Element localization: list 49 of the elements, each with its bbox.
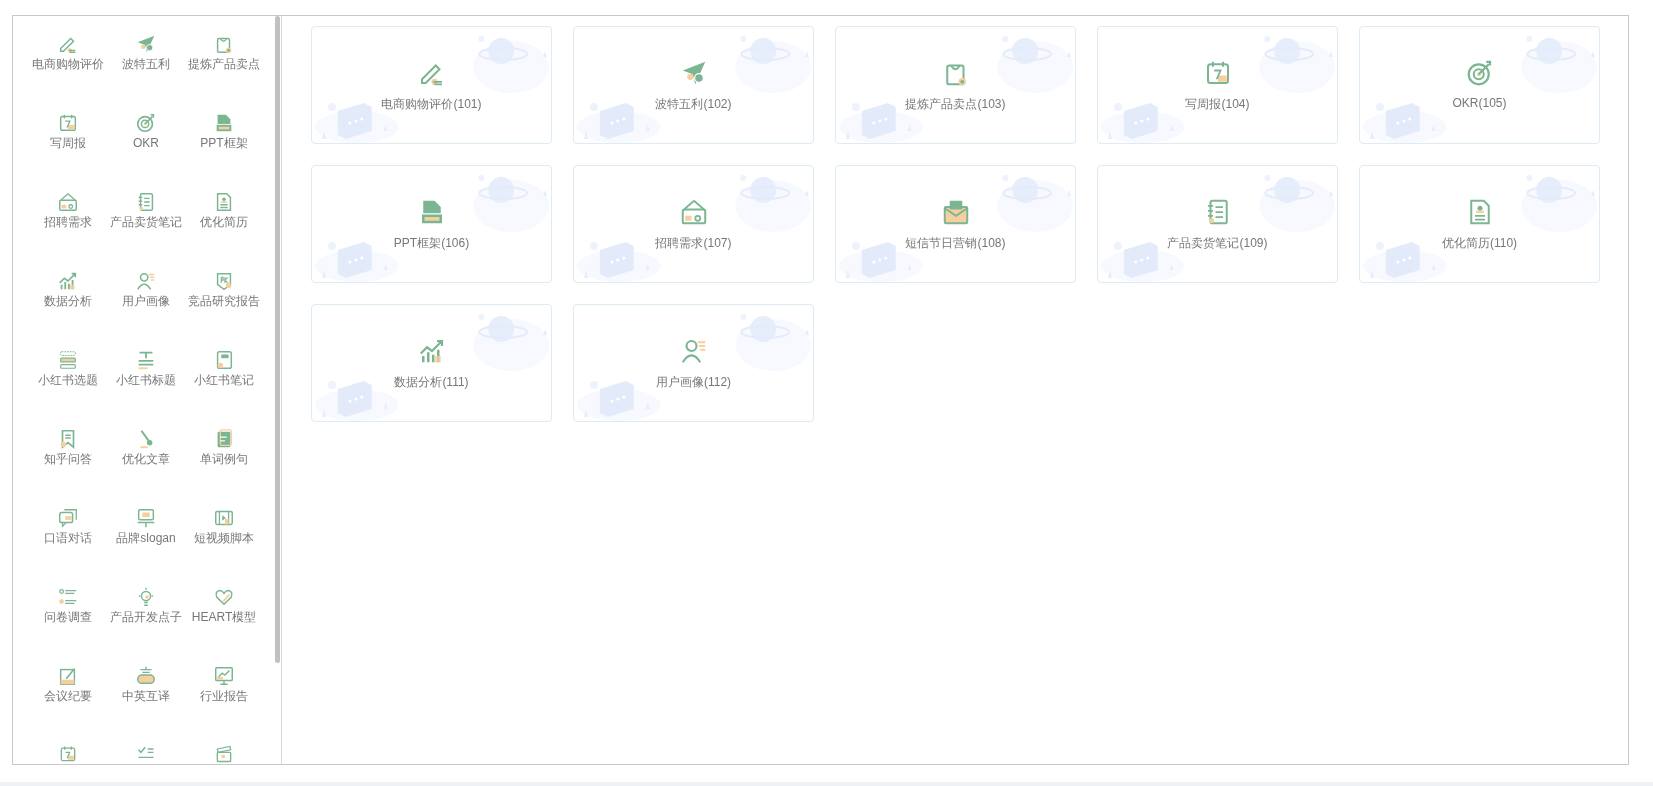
sidebar-item[interactable]: 写周报 — [50, 112, 86, 152]
sidebar-item[interactable]: OKR — [133, 112, 159, 152]
person-icon — [135, 270, 157, 292]
template-card[interactable]: 电商购物评价(101) — [311, 26, 552, 144]
sidebar-item[interactable]: 优化简历 — [200, 191, 248, 231]
sidebar-item[interactable]: 提炼产品卖点 — [188, 33, 260, 73]
sidebar-item[interactable]: 小红书标题 — [116, 349, 176, 389]
template-card[interactable]: 用户画像(112) — [573, 304, 814, 422]
target-icon — [135, 112, 157, 134]
template-card[interactable]: 提炼产品卖点(103) — [835, 26, 1076, 144]
sidebar-item[interactable]: 数据分析 — [44, 270, 92, 310]
template-card[interactable]: 写周报(104) — [1097, 26, 1338, 144]
calendar-icon — [57, 112, 79, 134]
template-card[interactable]: 短信节日营销(108) — [835, 165, 1076, 283]
template-card[interactable]: 产品卖货笔记(109) — [1097, 165, 1338, 283]
line-chart-icon — [57, 270, 79, 292]
sidebar-item[interactable]: PPT框架 — [200, 112, 248, 152]
stacked-bars-icon — [57, 349, 79, 371]
presentation-chart-icon — [213, 665, 235, 687]
sidebar-item[interactable]: 小红书笔记 — [194, 349, 254, 389]
template-card[interactable]: 优化简历(110) — [1359, 165, 1600, 283]
sidebar-item[interactable]: 电商购物评价 — [32, 33, 104, 73]
sidebar-item[interactable]: 用户画像 — [122, 270, 170, 310]
sidebar-item[interactable]: 品牌slogan — [116, 507, 176, 547]
sidebar-item[interactable]: 招聘需求 — [44, 191, 92, 231]
template-card[interactable]: 招聘需求(107) — [573, 165, 814, 283]
scrollbar-thumb[interactable] — [275, 16, 280, 663]
chat-icon — [57, 507, 79, 529]
sidebar-item[interactable]: 小红书选题 — [38, 349, 98, 389]
template-card[interactable]: OKR(105) — [1359, 26, 1600, 144]
sidebar-item[interactable]: 短视频脚本 — [194, 507, 254, 547]
sidebar-item[interactable]: 知乎问答 — [44, 428, 92, 468]
template-card[interactable]: 数据分析(111) — [311, 304, 552, 422]
sidebar-item[interactable]: 中英互译 — [122, 665, 170, 705]
sidebar-item[interactable]: 优化文章 — [122, 428, 170, 468]
template-card[interactable]: PPT框架(106) — [311, 165, 552, 283]
sidebar-item[interactable]: HEART模型 — [191, 586, 257, 626]
sidebar-item[interactable]: 竞品研究报告 — [188, 270, 260, 310]
billboard-icon — [135, 507, 157, 529]
sidebar-item[interactable]: 问卷调查 — [44, 586, 92, 626]
sidebar-item[interactable]: 会议纪要 — [44, 665, 92, 705]
template-card[interactable]: 波特五利(102) — [573, 26, 814, 144]
sidebar-item[interactable]: 行业报告 — [200, 665, 248, 705]
hanging-sign-icon — [57, 191, 79, 213]
sidebar-item[interactable]: 口语对话 — [44, 507, 92, 547]
sidebar-item[interactable]: 产品卖货笔记 — [110, 191, 182, 231]
sidebar-item[interactable]: 单词例句 — [200, 428, 248, 468]
sidebar-item[interactable]: 波特五利 — [122, 33, 170, 73]
sidebar-item[interactable]: 产品开发点子 — [110, 586, 182, 626]
